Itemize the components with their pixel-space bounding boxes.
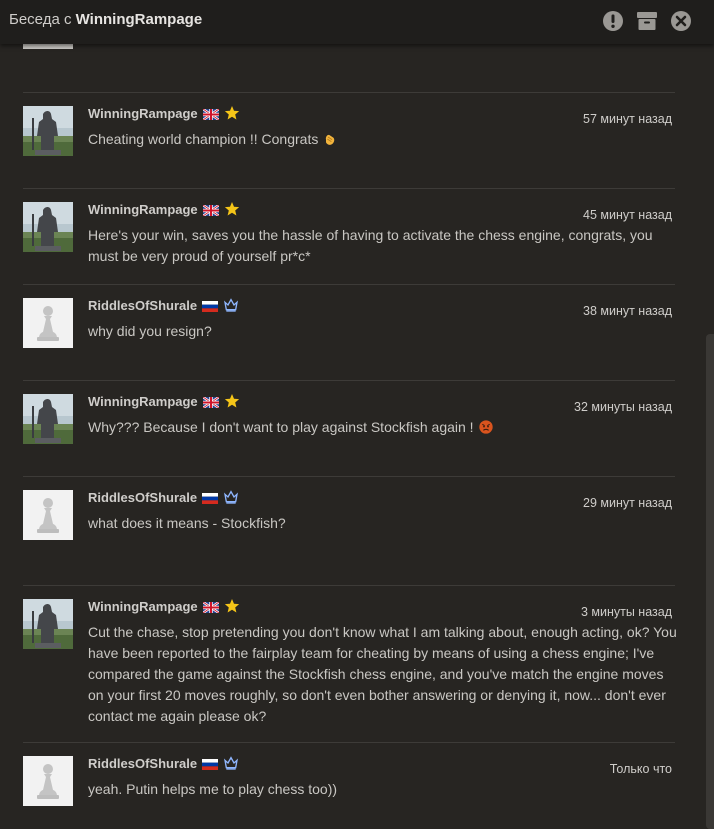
message-body: Why??? Because I don't want to play agai… <box>88 419 474 435</box>
report-icon[interactable] <box>602 10 624 32</box>
archive-icon[interactable] <box>636 10 658 32</box>
username-link[interactable]: RiddlesOfShurale <box>88 756 197 771</box>
title-prefix: Беседа с <box>9 11 72 28</box>
message-timestamp: Только что <box>609 762 672 776</box>
message-username: RiddlesOfShurale <box>88 755 239 774</box>
star-icon <box>224 201 240 220</box>
message-divider <box>23 476 675 477</box>
message-body: why did you resign? <box>88 323 212 339</box>
message-text: Cut the chase, stop pretending you don't… <box>88 622 678 727</box>
message-divider <box>23 380 675 381</box>
title-bar: Беседа с WinningRampage <box>0 0 714 44</box>
conversation-window: Беседа с WinningRampage WinningRampage 5… <box>0 0 714 829</box>
message-text: Cheating world champion !! Congrats <box>88 129 678 153</box>
message-divider <box>23 585 675 586</box>
message-text: Why??? Because I don't want to play agai… <box>88 417 678 441</box>
message-username: WinningRampage <box>88 598 240 617</box>
uk-flag-icon <box>201 204 220 219</box>
message-body: Cut the chase, stop pretending you don't… <box>88 624 677 724</box>
username-link[interactable]: WinningRampage <box>88 394 198 409</box>
message-timestamp: 29 минут назад <box>583 496 672 510</box>
title-username[interactable]: WinningRampage <box>76 11 203 28</box>
avatar[interactable] <box>23 298 73 348</box>
message-timestamp: 3 минуты назад <box>580 605 672 619</box>
close-icon[interactable] <box>670 10 692 32</box>
username-link[interactable]: WinningRampage <box>88 202 198 217</box>
russia-flag-icon <box>202 492 219 507</box>
uk-flag-icon <box>201 601 220 616</box>
crown-icon <box>223 489 239 508</box>
username-link[interactable]: RiddlesOfShurale <box>88 298 197 313</box>
message-body: what does it means - Stockfish? <box>88 515 286 531</box>
message-text: Here's your win, saves you the hassle of… <box>88 225 678 267</box>
avatar[interactable] <box>23 106 73 156</box>
message-timestamp: 32 минуты назад <box>574 400 672 414</box>
star-icon <box>224 105 240 124</box>
message-timestamp: 45 минут назад <box>583 208 672 222</box>
star-icon <box>224 598 240 617</box>
message-timestamp: 57 минут назад <box>583 112 672 126</box>
message-timestamp: 38 минут назад <box>583 304 672 318</box>
crown-icon <box>223 755 239 774</box>
message-username: RiddlesOfShurale <box>88 489 239 508</box>
clap-emoji-icon <box>322 131 338 153</box>
scrollbar[interactable] <box>706 334 714 829</box>
message-divider <box>23 742 675 743</box>
russia-flag-icon <box>202 300 219 315</box>
message-body: Cheating world champion !! Congrats <box>88 131 319 147</box>
avatar[interactable] <box>23 599 73 649</box>
message-divider <box>23 284 675 285</box>
avatar[interactable] <box>23 756 73 806</box>
message-divider <box>23 92 675 93</box>
message-username: WinningRampage <box>88 105 240 124</box>
message-username: WinningRampage <box>88 393 240 412</box>
message-body: Here's your win, saves you the hassle of… <box>88 227 653 264</box>
username-link[interactable]: WinningRampage <box>88 599 198 614</box>
avatar[interactable] <box>23 490 73 540</box>
crown-icon <box>223 297 239 316</box>
previous-message-avatar-edge <box>23 44 73 49</box>
username-link[interactable]: WinningRampage <box>88 106 198 121</box>
message-body: yeah. Putin helps me to play chess too)) <box>88 781 338 797</box>
angry-emoji-icon <box>478 419 494 441</box>
uk-flag-icon <box>201 396 220 411</box>
russia-flag-icon <box>202 758 219 773</box>
username-link[interactable]: RiddlesOfShurale <box>88 490 197 505</box>
message-username: RiddlesOfShurale <box>88 297 239 316</box>
message-text: why did you resign? <box>88 321 678 342</box>
star-icon <box>224 393 240 412</box>
avatar[interactable] <box>23 202 73 252</box>
message-username: WinningRampage <box>88 201 240 220</box>
uk-flag-icon <box>201 108 220 123</box>
message-text: what does it means - Stockfish? <box>88 513 678 534</box>
message-text: yeah. Putin helps me to play chess too)) <box>88 779 678 800</box>
conversation-title: Беседа с WinningRampage <box>9 11 202 28</box>
avatar[interactable] <box>23 394 73 444</box>
message-divider <box>23 188 675 189</box>
